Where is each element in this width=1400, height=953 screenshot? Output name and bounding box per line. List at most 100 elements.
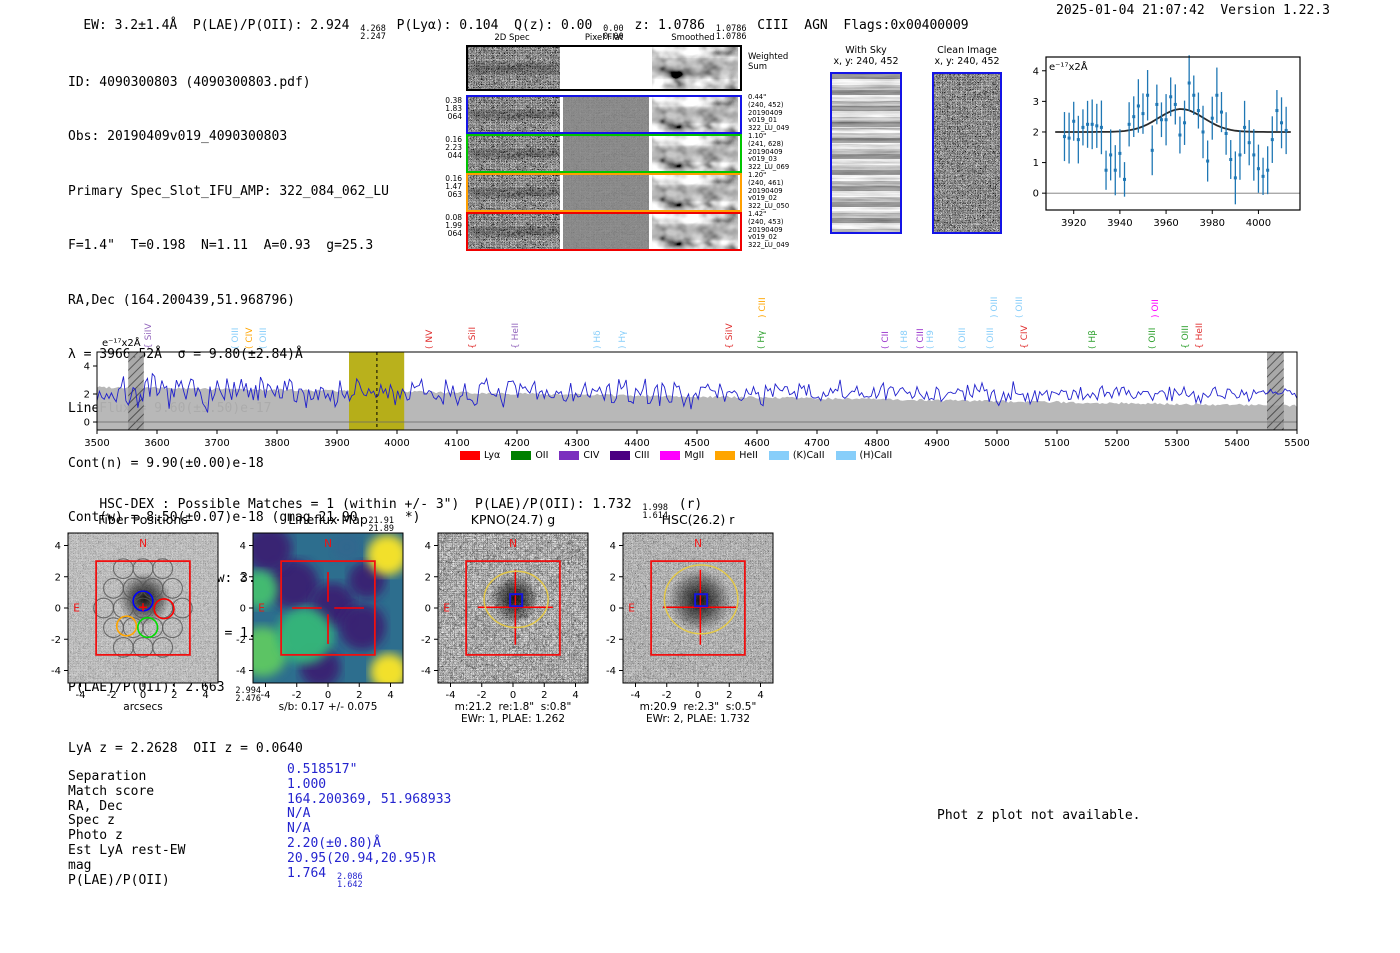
- svg-text:3800: 3800: [264, 438, 289, 449]
- legend-label: OII: [535, 450, 549, 461]
- spectrum-legend: Lyα OII CIV CIII MgII HeII (K)CaII (H)CaII: [460, 450, 892, 461]
- match-row-label: Est LyA rest-EW: [68, 843, 186, 858]
- svg-text:Lineflux Map: Lineflux Map: [288, 512, 368, 527]
- legend-(H)CaII: (H)CaII: [835, 450, 892, 461]
- line-label-h8: ( H8: [899, 330, 910, 349]
- spec2d-row-0: [466, 45, 742, 91]
- spec2d-right-labels: 1.42" (240, 453) 20190409 v019_02 322_LU_049: [748, 210, 790, 250]
- line-label-ciii: ) CIII: [758, 297, 769, 318]
- svg-text:5200: 5200: [1104, 438, 1129, 449]
- svg-text:4400: 4400: [624, 438, 649, 449]
- spec2d-cell-smoothed: [652, 175, 738, 210]
- legend-OII: OII: [511, 450, 548, 461]
- match-row-value: 0.518517": [287, 762, 358, 777]
- legend-label: (K)CaII: [792, 450, 825, 461]
- svg-text:EWr: 1, PLAE: 1.262: EWr: 1, PLAE: 1.262: [461, 713, 565, 724]
- svg-text:0: 0: [610, 604, 616, 615]
- svg-text:E: E: [628, 603, 635, 615]
- svg-text:3940: 3940: [1107, 218, 1132, 229]
- svg-text:-2: -2: [292, 690, 302, 701]
- spec2d-cell-2dspec: [468, 136, 560, 171]
- spec2d-cell-pixelflat: [563, 214, 649, 249]
- svg-text:3960: 3960: [1153, 218, 1178, 229]
- legend-CIII: CIII: [610, 450, 649, 461]
- svg-text:-4: -4: [236, 666, 246, 677]
- spec2d-row-2: [466, 134, 742, 173]
- spectrum-chart: 3500 3600 3700 3800 3900 4000 4100 4200 4300 4400…: [84, 336, 1310, 449]
- header-ew-plae: EW: 3.2±1.4Å P(LAE)/P(OII): 2.924: [83, 18, 358, 33]
- spec2d-cell-2dspec: [468, 97, 560, 132]
- svg-text:4: 4: [610, 541, 616, 552]
- spec2d-right-labels: 1.10" (241, 628) 20190409 v019_03 322_LU_069: [748, 132, 790, 172]
- svg-text:-2: -2: [477, 690, 487, 701]
- match-row-label: Separation: [68, 769, 147, 784]
- legend-swatch: [460, 451, 480, 460]
- line-label-heii: { HeII: [511, 322, 521, 349]
- header-plya-qz: P(Lyα): 0.104 Q(z): 0.00: [388, 18, 601, 33]
- spec2d-cell-smoothed: [652, 136, 738, 171]
- with-sky-image: [830, 72, 902, 234]
- svg-text:0: 0: [140, 690, 146, 701]
- line-label-heii: { HeII: [1195, 322, 1205, 349]
- spec2d-header-2dspec: 2D Spec: [494, 33, 530, 43]
- svg-text:m:21.2 re:1.8" s:0.8": m:21.2 re:1.8" s:0.8": [455, 701, 572, 713]
- svg-text:0: 0: [84, 418, 90, 429]
- svg-text:N: N: [694, 538, 702, 550]
- line-label-hδ: ) Hδ: [593, 330, 604, 349]
- legend-swatch: [559, 451, 580, 460]
- svg-text:E: E: [73, 603, 80, 615]
- legend-swatch: [511, 451, 532, 460]
- info-lyaz: LyA z = 2.2628 OII z = 0.0640: [68, 741, 303, 757]
- info-radec: RA,Dec (164.200439,51.968796): [68, 292, 295, 308]
- svg-text:-4: -4: [631, 690, 641, 701]
- svg-text:3700: 3700: [204, 438, 229, 449]
- svg-text:-4: -4: [51, 666, 61, 677]
- svg-text:4800: 4800: [864, 438, 889, 449]
- legend-label: CIII: [634, 450, 650, 461]
- line-label-ciii: ( CIII: [916, 328, 926, 349]
- svg-text:-2: -2: [236, 635, 246, 646]
- clean-image-coords: x, y: 240, 452: [934, 56, 1000, 67]
- line-label-civ: ( CIV: [244, 327, 255, 349]
- cutout-panel-lineflux_map: Lineflux Map N E -4 -2 0 2 4 -4 -2 0 2 4 s/b: 0.17 +/…: [236, 512, 404, 713]
- svg-text:5300: 5300: [1164, 438, 1189, 449]
- clean-image-noise: [934, 74, 1000, 232]
- svg-text:3: 3: [1033, 97, 1039, 108]
- legend-swatch: [715, 451, 736, 460]
- line-label-hγ: ) Hγ: [617, 330, 628, 349]
- svg-text:4: 4: [572, 690, 578, 701]
- spec2d-cell-pixelflat: [563, 97, 649, 132]
- match-row-label: Photo z: [68, 828, 123, 844]
- svg-text:3500: 3500: [84, 438, 109, 449]
- line-label-oiii: { OIII: [1181, 325, 1192, 349]
- spec2d-row-1: [466, 95, 742, 134]
- svg-text:4: 4: [84, 362, 90, 373]
- svg-text:2: 2: [84, 390, 90, 401]
- line-label-oiii: ( OIII: [958, 327, 968, 349]
- svg-text:3920: 3920: [1061, 218, 1086, 229]
- legend-swatch: [660, 451, 681, 460]
- svg-text:4: 4: [55, 541, 61, 552]
- svg-text:2: 2: [541, 690, 547, 701]
- spec2d-left-labels: 0.08 1.99 064: [445, 213, 462, 239]
- match-row-label: Match score: [68, 783, 155, 799]
- svg-text:4900: 4900: [924, 438, 949, 449]
- svg-text:-2: -2: [606, 635, 616, 646]
- spec2d-left-labels: 0.16 1.47 063: [445, 174, 462, 200]
- spec2d-cell-2dspec: [468, 47, 560, 89]
- line-label-hγ: ( Hγ: [757, 330, 767, 349]
- svg-text:-4: -4: [76, 690, 86, 701]
- match-plae-range: 2.086 1.642: [336, 871, 363, 890]
- match-row-value: 20.95(20.94,20.95)R: [287, 850, 436, 866]
- legend-swatch: [835, 451, 856, 460]
- sky-banding-overlay: [832, 74, 900, 232]
- svg-text:4000: 4000: [1246, 218, 1271, 229]
- svg-text:arcsecs: arcsecs: [123, 701, 162, 713]
- spec2d-cell-smoothed: [652, 47, 738, 89]
- line-label-oiii: ( OIII: [1015, 296, 1025, 318]
- header-flags: CIII AGN Flags:0x00400009: [749, 18, 969, 33]
- svg-text:2: 2: [171, 690, 177, 701]
- svg-text:4200: 4200: [504, 438, 529, 449]
- info-seeing: F=1.4" T=0.198 N=1.11 A=0.93 g=25.3: [68, 238, 374, 254]
- cutout-panel-fiber_positions: Fiber Positions N E -4 -2 0 2 4 -4 -2 0 2 4 arcsecs: [51, 512, 219, 713]
